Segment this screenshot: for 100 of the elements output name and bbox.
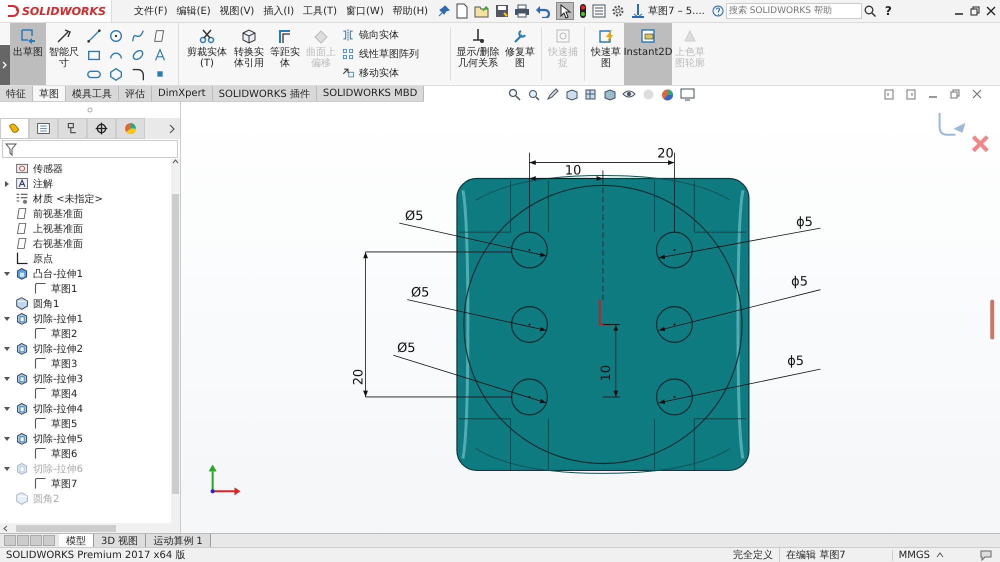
collapse-arrow-icon[interactable] bbox=[4, 376, 10, 382]
ribbon-button[interactable]: 修复草图 bbox=[502, 23, 538, 85]
tree-item[interactable]: 原点 bbox=[33, 252, 53, 266]
tree-item[interactable]: 传感器 bbox=[33, 162, 63, 176]
tile-left-icon[interactable] bbox=[884, 88, 894, 100]
collapse-arrow-icon[interactable] bbox=[4, 346, 10, 352]
tree-item[interactable]: 切除-拉伸2 bbox=[33, 342, 83, 356]
undo-icon[interactable] bbox=[535, 4, 552, 18]
ribbon-list-button[interactable]: 线性草图阵列 bbox=[341, 46, 445, 61]
sketch-plane-icon[interactable] bbox=[630, 3, 646, 19]
new-document-icon[interactable] bbox=[455, 3, 470, 19]
model-tab[interactable]: 运动算例 1 bbox=[146, 534, 211, 547]
ribbon-list-button[interactable]: 移动实体 bbox=[341, 66, 445, 80]
view-orientation-icon[interactable] bbox=[584, 88, 598, 100]
tree-item[interactable]: 草图6 bbox=[51, 446, 78, 460]
close-icon[interactable] bbox=[986, 6, 996, 16]
command-tab[interactable]: 草图 bbox=[33, 86, 66, 101]
appearance-icon[interactable] bbox=[661, 88, 674, 100]
line-icon[interactable] bbox=[86, 28, 102, 44]
ribbon-button[interactable]: 显示/删除几何关系 bbox=[454, 23, 502, 85]
tree-item[interactable]: 切除-拉伸4 bbox=[33, 402, 83, 416]
tree-item[interactable]: 草图4 bbox=[51, 386, 78, 400]
menu-item[interactable]: 视图(V) bbox=[220, 4, 254, 18]
horizontal-scrollbar[interactable] bbox=[0, 523, 180, 533]
traffic-light-icon[interactable] bbox=[579, 3, 588, 19]
tree-item[interactable]: 草图2 bbox=[51, 326, 78, 340]
file-properties-icon[interactable] bbox=[592, 4, 606, 18]
collapse-arrow-icon[interactable] bbox=[4, 436, 10, 442]
dimension-label[interactable]: 20 bbox=[352, 368, 367, 386]
dimension-label[interactable]: Ø5 bbox=[397, 341, 416, 356]
ribbon-button[interactable]: 等距实体 bbox=[267, 23, 303, 85]
tree-item[interactable]: 草图5 bbox=[51, 416, 78, 430]
menu-item[interactable]: 插入(I) bbox=[263, 4, 294, 18]
dimension-label[interactable]: Ø5 bbox=[411, 286, 430, 301]
ribbon-button[interactable]: 智能尺寸 bbox=[46, 23, 82, 85]
ribbon-list-button[interactable]: 镜向实体 bbox=[341, 28, 445, 42]
ribbon-button[interactable]: 快速草图 bbox=[588, 23, 624, 85]
monitor-icon[interactable] bbox=[680, 88, 696, 100]
eye-icon[interactable] bbox=[622, 88, 636, 100]
open-folder-icon[interactable] bbox=[474, 4, 490, 18]
dimension-label[interactable]: 10 bbox=[598, 364, 614, 382]
tree-item[interactable]: 草图1 bbox=[51, 282, 78, 296]
circle-icon[interactable] bbox=[108, 28, 124, 44]
tree-item[interactable]: 凸台-拉伸1 bbox=[33, 266, 83, 280]
print-icon[interactable] bbox=[514, 4, 530, 18]
ribbon-button[interactable]: Instant2D bbox=[624, 23, 672, 85]
panel-tab[interactable] bbox=[58, 118, 87, 139]
ribbon-button[interactable]: 出草图 bbox=[10, 23, 46, 85]
menu-item[interactable]: 窗口(W) bbox=[346, 4, 384, 18]
model-tab[interactable]: 模型 bbox=[59, 534, 94, 547]
scroll-left-icon[interactable] bbox=[3, 524, 8, 532]
scroll-up-icon[interactable] bbox=[172, 159, 179, 164]
tree-item[interactable]: 圆角1 bbox=[33, 296, 60, 310]
tree-item[interactable]: 右视基准面 bbox=[33, 236, 83, 250]
chat-icon[interactable] bbox=[980, 549, 992, 561]
expand-chevron-icon[interactable] bbox=[2, 61, 8, 69]
text-icon[interactable] bbox=[152, 46, 168, 62]
dimension-label[interactable]: ϕ5 bbox=[796, 215, 813, 230]
tree-item[interactable]: 注解 bbox=[33, 176, 53, 190]
help-button[interactable]: ? bbox=[884, 4, 892, 18]
command-tab[interactable]: SOLIDWORKS MBD bbox=[316, 86, 424, 101]
collapse-arrow-icon[interactable] bbox=[4, 270, 10, 276]
tree-item[interactable]: 材质 <未指定> bbox=[33, 192, 103, 206]
command-tab[interactable]: SOLIDWORKS 插件 bbox=[212, 86, 317, 101]
zoom-fit-icon[interactable] bbox=[508, 88, 522, 100]
menu-item[interactable]: 文件(F) bbox=[134, 4, 168, 18]
save-icon[interactable] bbox=[495, 4, 510, 18]
command-tab[interactable]: DimXpert bbox=[152, 86, 213, 101]
panel-tab[interactable] bbox=[87, 118, 116, 139]
ribbon-button[interactable]: 转换实体引用 bbox=[231, 23, 267, 85]
command-tab[interactable]: 模具工具 bbox=[66, 86, 119, 101]
panel-tab[interactable] bbox=[29, 118, 58, 139]
splitter-handle-icon[interactable] bbox=[87, 107, 93, 113]
dimension-label[interactable]: 10 bbox=[564, 164, 582, 178]
collapse-arrow-icon[interactable] bbox=[4, 316, 10, 322]
tree-item[interactable]: 切除-拉伸1 bbox=[33, 312, 83, 326]
caret-up-icon[interactable] bbox=[936, 552, 944, 558]
tree-item[interactable]: 草图3 bbox=[51, 356, 78, 370]
dimension-label[interactable]: ϕ5 bbox=[791, 274, 808, 290]
collapse-arrow-icon[interactable] bbox=[4, 406, 10, 412]
filter-field[interactable] bbox=[2, 140, 178, 158]
dimension-label[interactable]: 20 bbox=[657, 146, 674, 162]
units-selector[interactable]: MMGS bbox=[892, 550, 936, 560]
pin-icon[interactable] bbox=[438, 5, 450, 17]
dimension-label[interactable]: Ø5 bbox=[405, 209, 424, 224]
menu-item[interactable]: 工具(T) bbox=[303, 4, 338, 18]
command-tab[interactable]: 评估 bbox=[119, 86, 152, 101]
menu-item[interactable]: 编辑(E) bbox=[176, 4, 211, 18]
zoom-area-icon[interactable] bbox=[527, 88, 540, 100]
dimension-label[interactable]: ϕ5 bbox=[787, 354, 804, 370]
tree-item[interactable]: 切除-拉伸5 bbox=[33, 432, 83, 446]
spline-icon[interactable] bbox=[130, 28, 146, 44]
command-tab[interactable]: 特征 bbox=[0, 86, 33, 101]
search-field[interactable]: 搜索 SOLIDWORKS 帮助 bbox=[726, 3, 862, 19]
chevron-right-icon[interactable] bbox=[168, 124, 176, 134]
vertical-scrollbar[interactable] bbox=[171, 159, 180, 523]
tree-item[interactable]: 上视基准面 bbox=[33, 222, 83, 236]
settings-icon[interactable] bbox=[611, 4, 626, 18]
expand-arrow-icon[interactable] bbox=[4, 180, 10, 186]
polygon-icon[interactable] bbox=[108, 66, 124, 82]
